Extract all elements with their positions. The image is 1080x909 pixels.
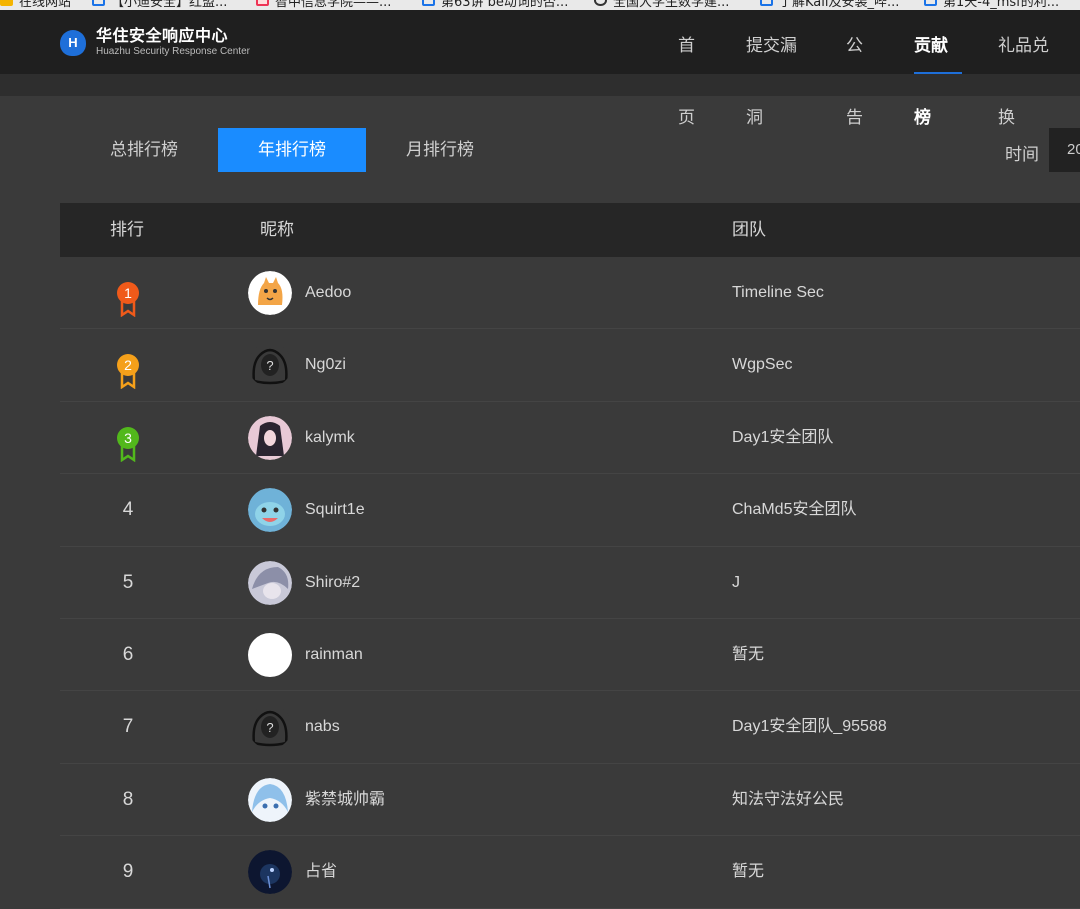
- gold-medal-icon: 1: [117, 282, 139, 317]
- brand-subtitle: Huazhu Security Response Center: [96, 46, 250, 57]
- svg-text:?: ?: [266, 720, 273, 735]
- time-filter-label: 时间: [1005, 145, 1039, 165]
- dark-space-avatar[interactable]: [248, 850, 292, 895]
- bookmark-item[interactable]: 在线网站: [0, 0, 71, 10]
- bookmark-item[interactable]: 全国大学生数学建...: [594, 0, 729, 10]
- team-name: 知法守法好公民: [732, 790, 845, 808]
- leaderboard-table: 排行 昵称 团队 1 Aedoo Timeline Sec 2 ? Ng0zi …: [60, 203, 1080, 909]
- globe-icon: [594, 0, 607, 6]
- bookmark-item[interactable]: 【小迪安全】红盟...: [92, 0, 227, 10]
- folder-icon: [0, 0, 13, 6]
- team-name: WgpSec: [732, 356, 793, 374]
- anime-boy-avatar[interactable]: [248, 560, 292, 605]
- time-select[interactable]: 20: [1049, 128, 1080, 172]
- nickname[interactable]: rainman: [305, 619, 363, 691]
- nickname[interactable]: nabs: [305, 691, 340, 763]
- table-row: 3 kalymk Day1安全团队: [60, 401, 1080, 475]
- nickname[interactable]: 占省: [305, 836, 337, 908]
- medal-rank-text: 2: [124, 357, 132, 373]
- web-page-icon: [92, 0, 105, 6]
- main-nav: 首页 提交漏洞 公告 贡献榜 礼品兑换: [660, 10, 1080, 128]
- team-name: 暂无: [732, 863, 765, 881]
- squirtle-avatar[interactable]: [248, 488, 292, 533]
- blue-hair-avatar[interactable]: [248, 777, 292, 822]
- blank-avatar[interactable]: [248, 632, 292, 677]
- team-name: ChaMd5安全团队: [732, 501, 857, 519]
- nickname[interactable]: Aedoo: [305, 257, 351, 329]
- svg-text:?: ?: [266, 358, 273, 373]
- tab-yearly[interactable]: 年排行榜: [218, 128, 366, 172]
- table-row: 5 Shiro#2 J: [60, 546, 1080, 619]
- team-name: Day1安全团队: [732, 428, 834, 446]
- table-row: 6 rainman 暂无: [60, 618, 1080, 692]
- bronze-medal-icon: 3: [117, 426, 139, 462]
- medal-rank-text: 3: [124, 430, 132, 446]
- table-row: 8 紫禁城帅霸 知法守法好公民: [60, 763, 1080, 837]
- column-header-nickname: 昵称: [260, 220, 294, 240]
- table-row: 7 ? nabs Day1安全团队_95588: [60, 691, 1080, 764]
- bookmarks-bar: 在线网站 【小迪安全】红盟... 智中信息学院——... 第63讲 be动词的否…: [0, 0, 1080, 10]
- nickname[interactable]: Shiro#2: [305, 547, 360, 619]
- site-logo[interactable]: H 华住安全响应中心 Huazhu Security Response Cent…: [60, 28, 250, 57]
- nickname[interactable]: Squirt1e: [305, 474, 365, 546]
- column-header-team: 团队: [732, 220, 766, 240]
- tab-monthly[interactable]: 月排行榜: [366, 128, 514, 172]
- anime-girl-avatar[interactable]: [248, 415, 292, 460]
- team-name: J: [732, 573, 740, 591]
- default-hooded-avatar[interactable]: ?: [248, 343, 292, 388]
- nav-gift-exchange[interactable]: 礼品兑换: [980, 10, 1080, 128]
- leaderboard-tabs: 总排行榜 年排行榜 月排行榜: [70, 128, 514, 172]
- bookmark-item[interactable]: 第63讲 be动词的否...: [422, 0, 568, 10]
- team-name: Timeline Sec: [732, 284, 824, 301]
- table-row: 2 ? Ng0zi WgpSec: [60, 329, 1080, 402]
- table-row: 1 Aedoo Timeline Sec: [60, 257, 1080, 330]
- bookmark-item[interactable]: 智中信息学院——...: [256, 0, 391, 10]
- table-header: 排行 昵称 团队: [60, 203, 1080, 257]
- nickname[interactable]: kalymk: [305, 402, 355, 474]
- bookmark-item[interactable]: 了解Kali及安装_哔...: [760, 0, 899, 10]
- medal-rank-text: 1: [124, 285, 132, 301]
- site-header: H 华住安全响应中心 Huazhu Security Response Cent…: [0, 10, 1080, 128]
- nickname[interactable]: Ng0zi: [305, 329, 346, 401]
- silver-medal-icon: 2: [117, 354, 139, 390]
- web-page-icon: [760, 0, 773, 6]
- nav-announcements[interactable]: 公告: [828, 10, 896, 128]
- nav-submit-vuln[interactable]: 提交漏洞: [728, 10, 828, 128]
- table-row: 4 Squirt1e ChaMd5安全团队: [60, 474, 1080, 547]
- nav-home[interactable]: 首页: [660, 10, 728, 128]
- bookmark-item[interactable]: 第1天-4_msf的利...: [924, 0, 1059, 10]
- pink-page-icon: [256, 0, 269, 6]
- header-divider-strip: [0, 74, 1080, 96]
- nav-leaderboard[interactable]: 贡献榜: [896, 10, 980, 128]
- table-row: 9 占省 暂无: [60, 836, 1080, 909]
- shield-logo-icon: H: [60, 29, 86, 56]
- web-page-icon: [924, 0, 937, 6]
- brand-name: 华住安全响应中心: [96, 26, 229, 45]
- column-header-rank: 排行: [110, 220, 144, 240]
- web-page-icon: [422, 0, 435, 6]
- default-hooded-avatar[interactable]: ?: [248, 705, 292, 750]
- team-name: 暂无: [732, 645, 765, 663]
- cat-avatar[interactable]: [248, 271, 292, 315]
- nickname[interactable]: 紫禁城帅霸: [305, 764, 385, 836]
- tab-overall[interactable]: 总排行榜: [70, 128, 218, 172]
- team-name: Day1安全团队_95588: [732, 718, 887, 736]
